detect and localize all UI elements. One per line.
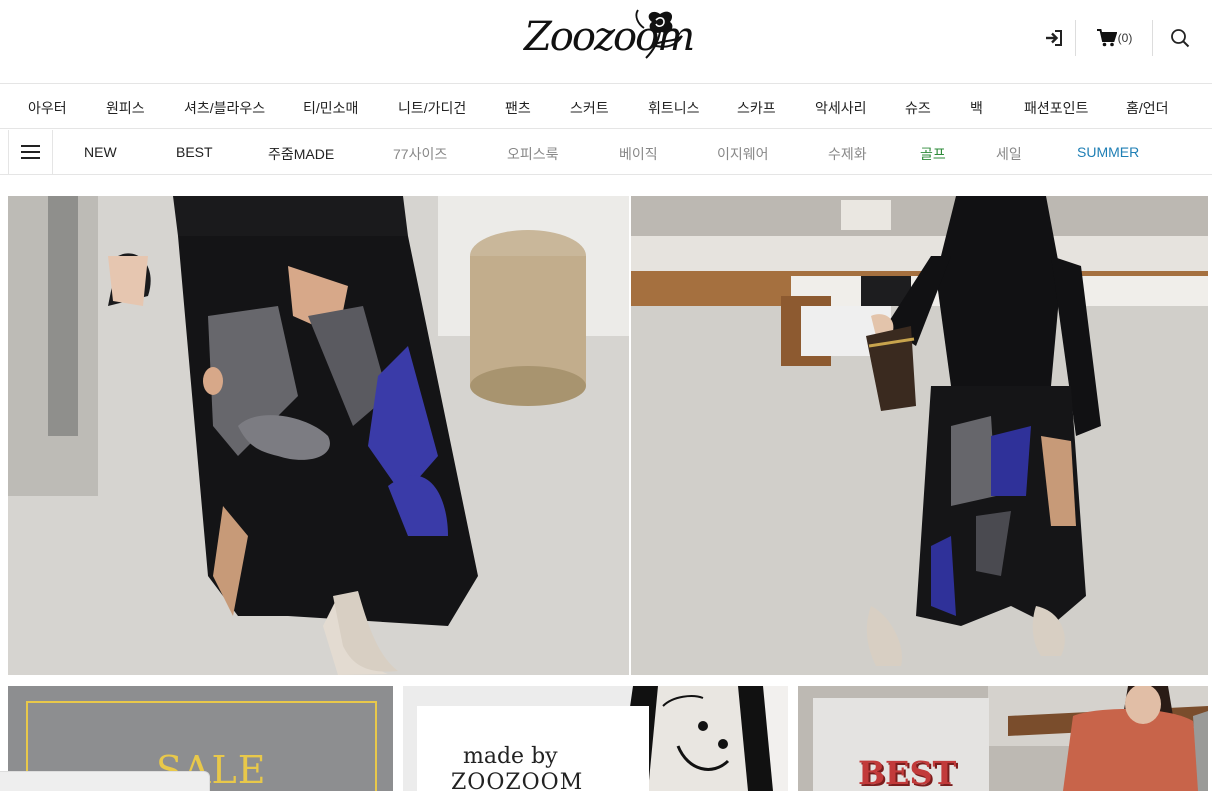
best-tile[interactable]: BEST: [798, 686, 1208, 791]
cart-button[interactable]: (0): [1077, 20, 1153, 56]
best-title: BEST: [858, 754, 957, 791]
site-header: Zoozoom (0): [0, 0, 1212, 84]
category-scarf[interactable]: 스카프: [737, 98, 776, 118]
made-by-line2: ZOOZOOM: [451, 770, 584, 791]
category-onepiece[interactable]: 원피스: [106, 98, 145, 118]
category-knit-cardigan[interactable]: 니트/가디건: [398, 98, 466, 118]
main-banner-left[interactable]: [8, 196, 629, 675]
sub-nav: NEW BEST 주줌MADE 77사이즈 오피스룩 베이직 이지웨어 수제화 …: [0, 130, 1212, 175]
category-fitness[interactable]: 휘트니스: [648, 98, 700, 118]
zoozoom-logo[interactable]: Zoozoom: [522, 4, 695, 70]
subnav-basic[interactable]: 베이직: [619, 144, 658, 164]
subnav-sale[interactable]: 세일: [996, 144, 1022, 164]
category-pants[interactable]: 팬츠: [505, 98, 531, 118]
subnav-handmade-shoes[interactable]: 수제화: [828, 144, 867, 164]
hamburger-icon: [21, 145, 40, 147]
category-bag[interactable]: 백: [970, 98, 983, 118]
made-by-line1: made by: [463, 744, 558, 769]
subnav-77size[interactable]: 77사이즈: [393, 144, 447, 164]
category-home-under[interactable]: 홈/언더: [1126, 98, 1169, 118]
cart-count: (0): [1117, 31, 1133, 45]
login-button[interactable]: [1032, 20, 1076, 56]
search-icon: [1171, 29, 1190, 48]
category-outer[interactable]: 아우터: [28, 98, 67, 118]
login-icon: [1045, 30, 1062, 46]
subnav-best[interactable]: BEST: [176, 144, 213, 160]
category-tee-sleeveless[interactable]: 티/민소매: [303, 98, 358, 118]
category-shirts-blouse[interactable]: 셔츠/블라우스: [184, 98, 265, 118]
hamburger-menu-button[interactable]: [8, 130, 53, 174]
banner-photo-pants-closeup: [8, 196, 629, 675]
main-banner-right[interactable]: [631, 196, 1208, 675]
category-fashion-point[interactable]: 패션포인트: [1024, 98, 1088, 118]
subnav-summer[interactable]: SUMMER: [1077, 144, 1139, 160]
subnav-golf[interactable]: 골프: [920, 144, 946, 164]
made-by-zoozoom-tile[interactable]: made by ZOOZOOM: [403, 686, 788, 791]
category-shoes[interactable]: 슈즈: [905, 98, 931, 118]
subnav-zoozoom-made[interactable]: 주줌MADE: [268, 144, 334, 164]
rose-icon: [635, 9, 683, 59]
banner-photo-model-full: [631, 196, 1208, 675]
category-nav: 아우터 원피스 셔츠/블라우스 티/민소매 니트/가디건 팬츠 스커트 휘트니스…: [0, 85, 1212, 129]
floating-chat-bar[interactable]: [0, 771, 210, 791]
subnav-office-look[interactable]: 오피스룩: [507, 144, 559, 164]
category-skirt[interactable]: 스커트: [570, 98, 609, 118]
search-button[interactable]: [1160, 20, 1200, 56]
cart-icon: [1096, 29, 1117, 47]
subnav-easywear[interactable]: 이지웨어: [717, 144, 769, 164]
subnav-new[interactable]: NEW: [84, 144, 117, 160]
category-accessory[interactable]: 악세사리: [815, 98, 867, 118]
